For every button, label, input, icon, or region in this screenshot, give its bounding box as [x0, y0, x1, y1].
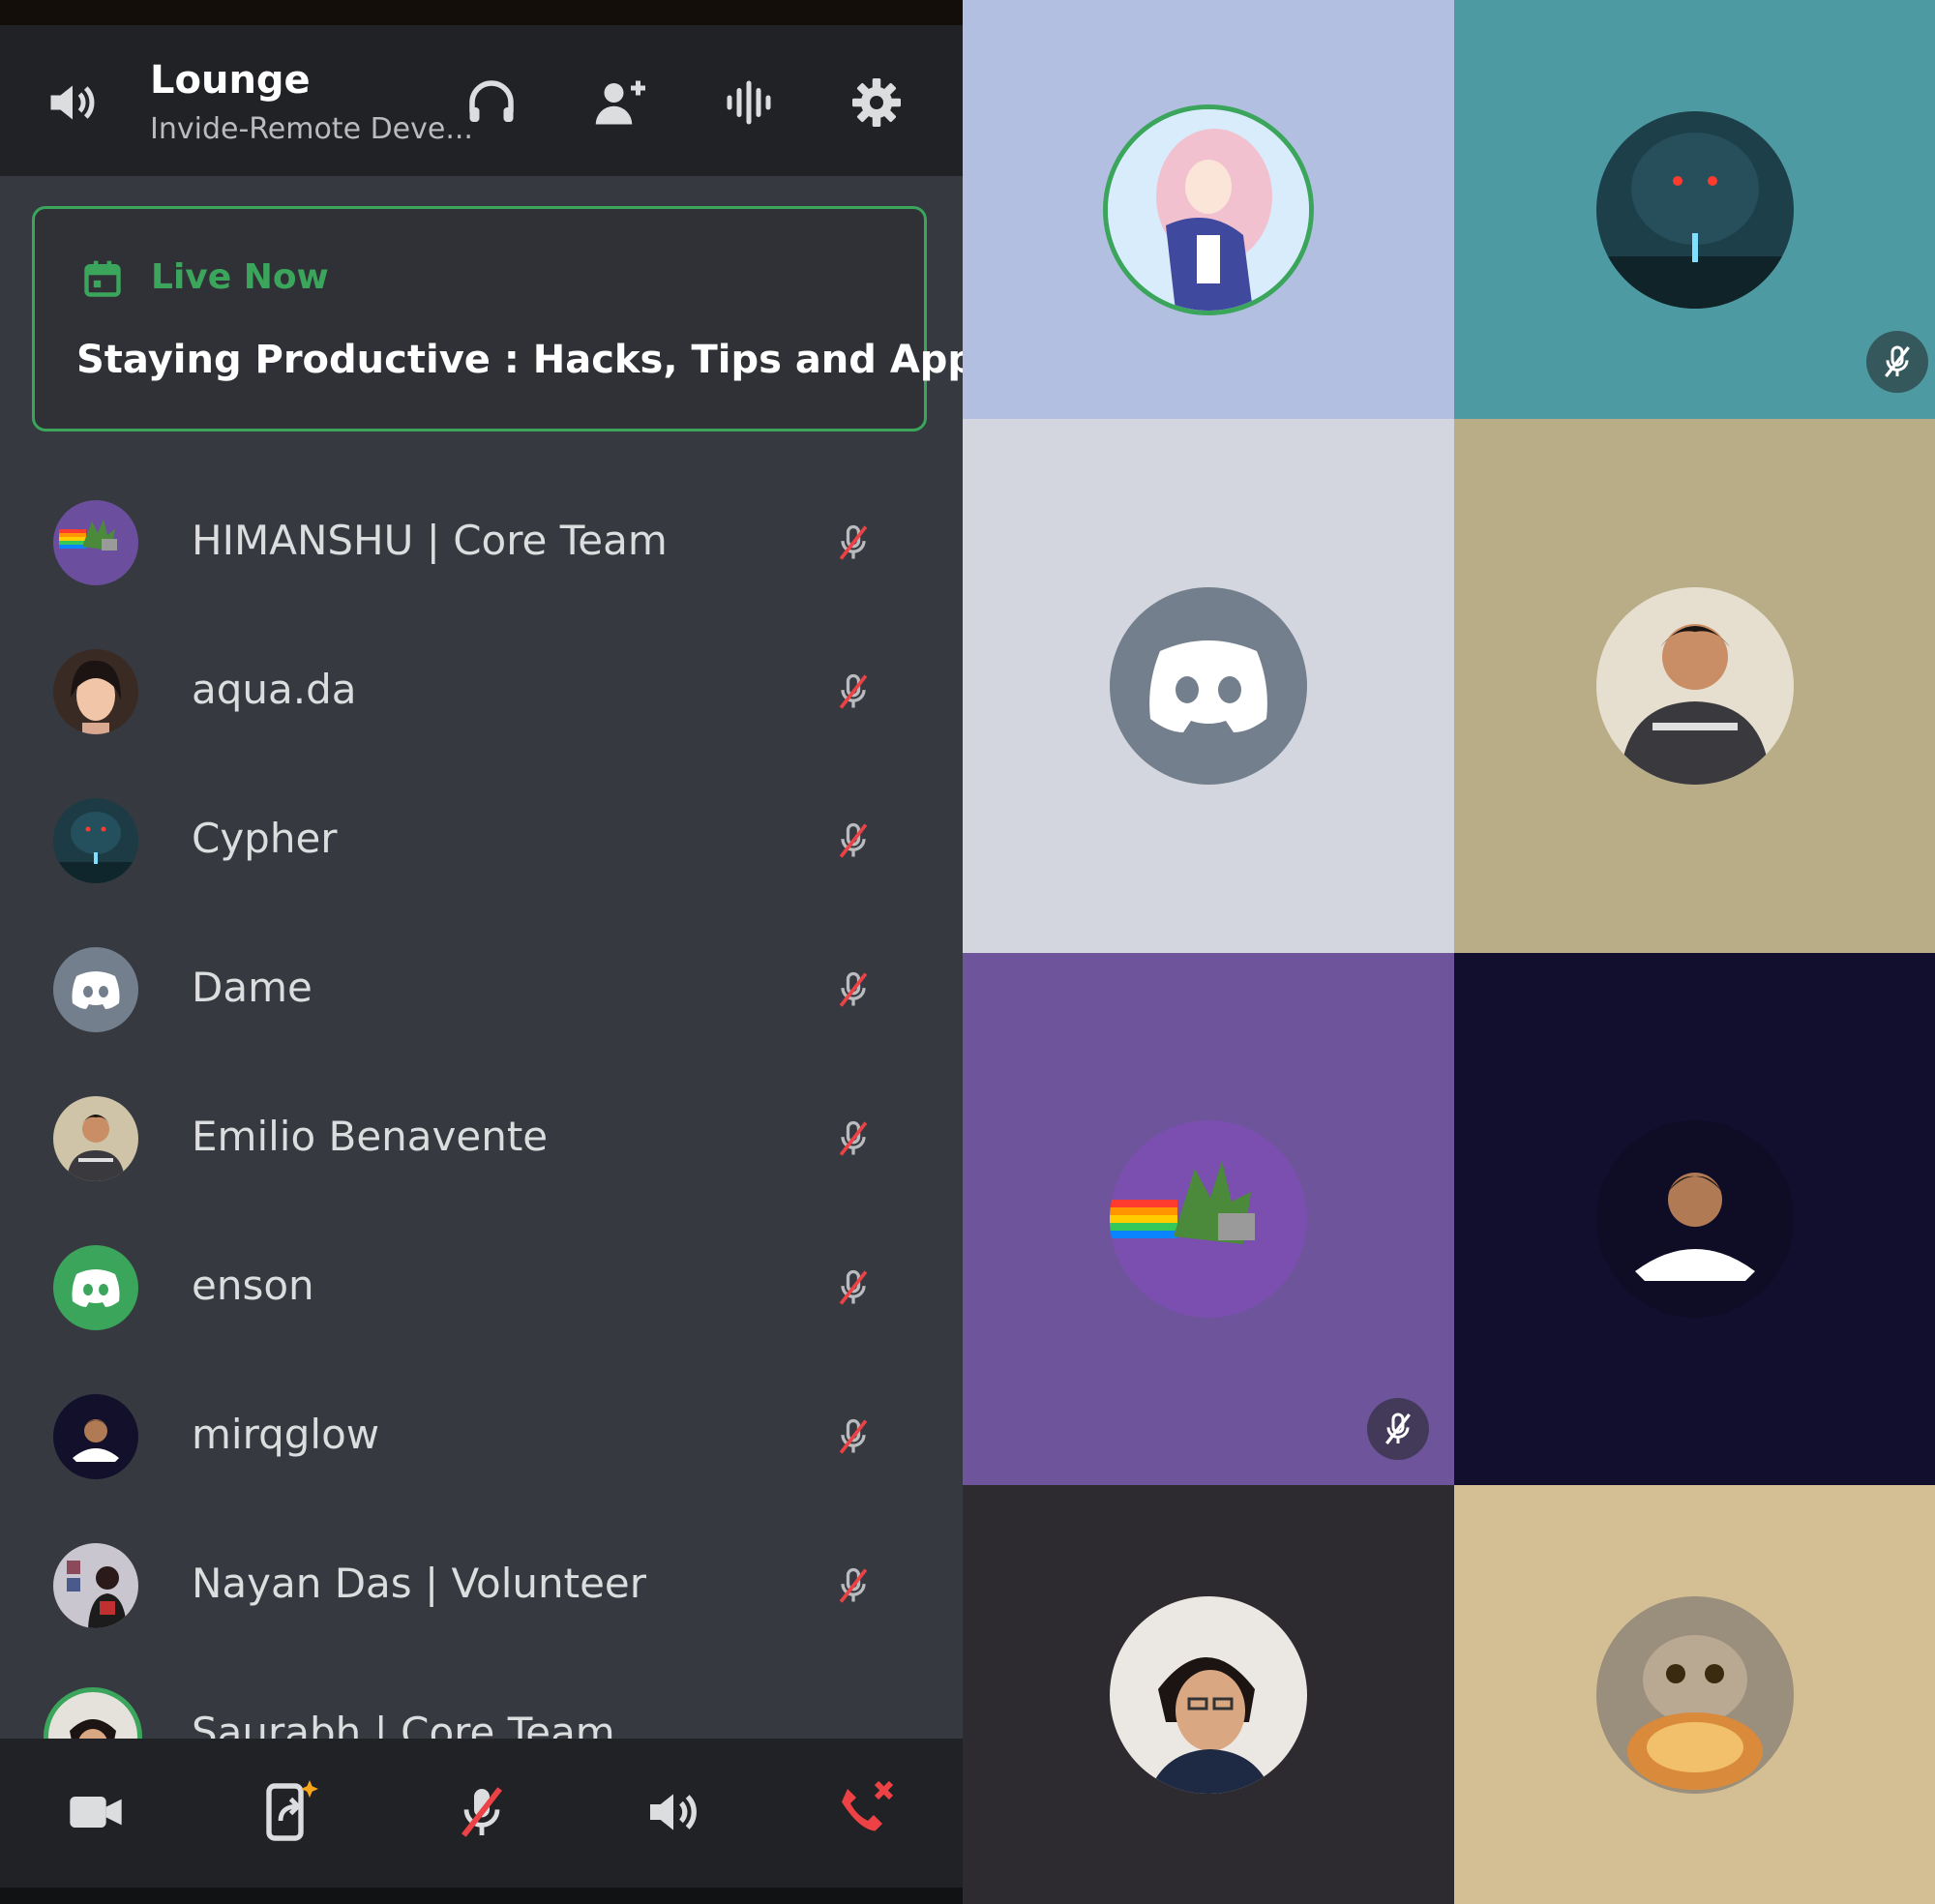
member-name: Dame: [192, 964, 313, 1011]
headphones-icon[interactable]: [462, 74, 521, 132]
member-row[interactable]: Emilio Benavente: [0, 1064, 963, 1213]
camera-icon[interactable]: [61, 1777, 131, 1847]
avatar: [53, 649, 138, 734]
discord-logo-icon: [53, 947, 138, 1032]
avatar: [1595, 110, 1794, 309]
member-name: HIMANSHU | Core Team: [192, 517, 668, 564]
mute-mic-icon: [832, 1117, 875, 1160]
avatar: [53, 500, 138, 585]
event-title: Staying Productive : Hacks, Tips and App…: [76, 338, 963, 382]
member-row[interactable]: Nayan Das | Volunteer: [0, 1511, 963, 1660]
avatar: [1110, 1595, 1307, 1794]
member-row[interactable]: Cypher: [0, 766, 963, 915]
discord-logo-icon: [1110, 587, 1307, 785]
avatar: [53, 1543, 138, 1628]
hang-up-icon[interactable]: [830, 1777, 900, 1847]
avatar: [1595, 1120, 1794, 1318]
participant-tile[interactable]: [1454, 953, 1935, 1485]
mute-mic-icon: [832, 819, 875, 862]
channel-title: Lounge: [150, 58, 311, 103]
mute-mic-icon: [832, 1266, 875, 1309]
member-row[interactable]: Dame: [0, 915, 963, 1064]
member-row[interactable]: enson: [0, 1213, 963, 1362]
voice-channel-panel: Lounge Invide-Remote Deve... Live Now St…: [0, 0, 963, 1904]
mute-mic-icon: [832, 1564, 875, 1607]
participant-tile[interactable]: [963, 953, 1454, 1485]
speaker-icon[interactable]: [639, 1777, 708, 1847]
live-now-label: Live Now: [151, 257, 329, 297]
mute-mic-icon: [832, 1415, 875, 1458]
avatar: [53, 1394, 138, 1479]
avatar: [53, 1096, 138, 1181]
member-name: mirqglow: [192, 1411, 380, 1458]
muted-indicator-icon: [1367, 1398, 1429, 1460]
status-bar: [0, 0, 963, 25]
live-event-card[interactable]: Live Now Staying Productive : Hacks, Tip…: [32, 206, 963, 431]
participant-tile[interactable]: [963, 419, 1454, 953]
nav-strip: [0, 1888, 963, 1904]
mute-mic-icon: [832, 521, 875, 564]
screen-share-icon[interactable]: [254, 1777, 324, 1847]
member-name: Nayan Das | Volunteer: [192, 1560, 647, 1607]
mute-mic-icon: [832, 670, 875, 713]
call-controls-bar: [0, 1739, 963, 1888]
video-grid: [963, 0, 1935, 1904]
voice-activity-icon[interactable]: [720, 74, 778, 132]
member-name: Emilio Benavente: [192, 1113, 549, 1160]
member-name: enson: [192, 1262, 314, 1309]
mute-mic-icon[interactable]: [447, 1777, 517, 1847]
speaker-icon[interactable]: [44, 74, 102, 132]
calendar-icon: [81, 257, 124, 300]
avatar: [1110, 1120, 1307, 1318]
channel-header: Lounge Invide-Remote Deve...: [0, 25, 963, 176]
server-name: Invide-Remote Deve...: [150, 112, 473, 146]
gear-icon[interactable]: [848, 74, 906, 132]
muted-indicator-icon: [1866, 331, 1928, 393]
member-row[interactable]: HIMANSHU | Core Team: [0, 468, 963, 617]
avatar: [1103, 104, 1314, 315]
avatar: [53, 798, 138, 883]
member-name: Cypher: [192, 815, 338, 862]
mute-mic-icon: [832, 968, 875, 1011]
avatar: [1595, 1595, 1794, 1794]
participant-tile[interactable]: [1454, 419, 1935, 953]
discord-logo-icon: [53, 1245, 138, 1330]
member-name: aqua.da: [192, 666, 357, 713]
member-row[interactable]: mirqglow: [0, 1362, 963, 1511]
participant-tile[interactable]: [963, 1485, 1454, 1904]
avatar: [1595, 587, 1794, 785]
participant-tile[interactable]: [1454, 0, 1935, 419]
member-row[interactable]: aqua.da: [0, 617, 963, 766]
participant-tile[interactable]: [963, 0, 1454, 419]
add-user-icon[interactable]: [592, 74, 650, 132]
participant-tile[interactable]: [1454, 1485, 1935, 1904]
